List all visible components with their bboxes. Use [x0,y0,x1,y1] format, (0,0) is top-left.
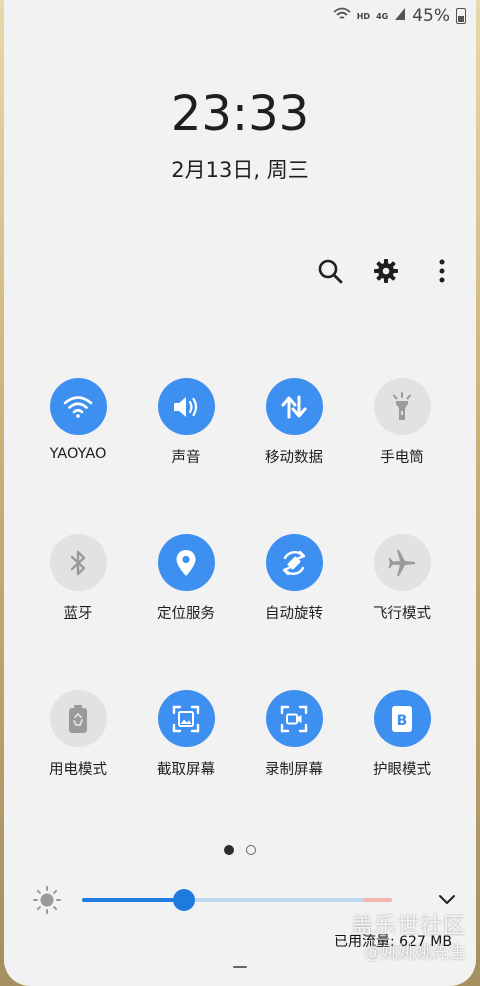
mobile-data-toggle[interactable] [265,378,323,435]
tile-label: 声音 [171,450,201,466]
more-vertical-icon[interactable] [428,255,456,287]
clock-time: 23:33 [170,86,310,142]
mobile-data-icon [281,395,307,418]
location-toggle[interactable] [157,534,215,591]
page-dot-active[interactable] [224,845,234,855]
eye-comfort-toggle[interactable]: B [373,690,431,747]
page-indicator [4,845,476,855]
tile-label: 定位服务 [157,606,215,622]
page-dot[interactable] [246,845,256,855]
airplane-toggle[interactable] [373,534,431,591]
tile-mobile-data[interactable]: 移动数据 [240,378,348,534]
tile-label: 录制屏幕 [265,762,323,778]
network-type-badge: 4G [376,11,389,21]
power-mode-icon [69,704,87,733]
screenshot-toggle[interactable] [157,690,215,747]
tile-screenshot[interactable]: 截取屏幕 [132,690,240,846]
tile-label: 手电筒 [380,450,424,466]
tile-label: 护眼模式 [373,762,431,778]
clock-date: 2月13日, 周三 [171,158,309,182]
tile-location[interactable]: 定位服务 [132,534,240,690]
flashlight-icon [393,391,411,420]
screen-record-toggle[interactable] [265,690,323,747]
brightness-slider-fill [82,898,185,902]
tile-auto-rotate[interactable]: 自动旋转 [240,534,348,690]
chevron-down-icon[interactable] [438,890,456,909]
tile-label: YAOYAO [49,446,107,462]
quick-panel: HD 4G 45% 23:33 2月13日, 周三 YAOYAO 声音 移动数据… [4,0,476,986]
sound-icon [174,396,198,417]
auto-rotate-toggle[interactable] [265,534,323,591]
data-usage-text: 已用流量: 627 MB [333,934,452,950]
tile-screen-record[interactable]: 录制屏幕 [240,690,348,846]
svg-text:B: B [397,713,408,729]
location-icon [176,549,196,576]
tile-label: 飞行模式 [373,606,431,622]
search-icon[interactable] [316,255,344,287]
panel-actions [316,255,456,287]
wifi-toggle[interactable] [49,378,107,435]
hd-badge: HD [356,11,371,21]
screenshot-icon [172,705,200,732]
wifi-icon [63,395,93,418]
power-mode-toggle[interactable] [49,690,107,747]
battery-icon [456,8,466,24]
airplane-icon [388,549,415,576]
auto-rotate-icon [282,550,306,575]
brightness-sun-icon [32,885,62,919]
status-bar: HD 4G 45% [333,4,466,28]
tile-label: 自动旋转 [265,606,323,622]
tile-airplane[interactable]: 飞行模式 [348,534,456,690]
bluetooth-toggle[interactable] [49,534,107,591]
brightness-slider-track[interactable] [82,898,392,902]
tile-power-mode[interactable]: 用电模式 [24,690,132,846]
tile-sound[interactable]: 声音 [132,378,240,534]
quick-settings-grid: YAOYAO 声音 移动数据 手电筒 蓝牙 定位服务 自动旋转 飞行模式 用电模… [24,378,456,846]
signal-icon [394,7,406,25]
panel-drag-handle[interactable] [233,966,247,968]
screen-record-icon [280,705,308,732]
sound-toggle[interactable] [157,378,215,435]
tile-label: 移动数据 [265,450,323,466]
flashlight-toggle[interactable] [373,378,431,435]
tile-label: 用电模式 [49,762,107,778]
tile-flashlight[interactable]: 手电筒 [348,378,456,534]
tile-wifi[interactable]: YAOYAO [24,378,132,534]
brightness-control [28,884,468,916]
wifi-status-icon [333,7,351,25]
tile-label: 截取屏幕 [157,762,215,778]
brightness-high-zone [364,898,392,902]
tile-label: 蓝牙 [63,606,93,622]
eye-comfort-icon: B [392,705,412,732]
brightness-slider-thumb[interactable] [173,889,196,911]
settings-gear-icon[interactable] [372,255,400,287]
tile-bluetooth[interactable]: 蓝牙 [24,534,132,690]
bluetooth-icon [70,550,86,575]
battery-percent: 45% [412,6,450,26]
tile-eye-comfort[interactable]: B 护眼模式 [348,690,456,846]
